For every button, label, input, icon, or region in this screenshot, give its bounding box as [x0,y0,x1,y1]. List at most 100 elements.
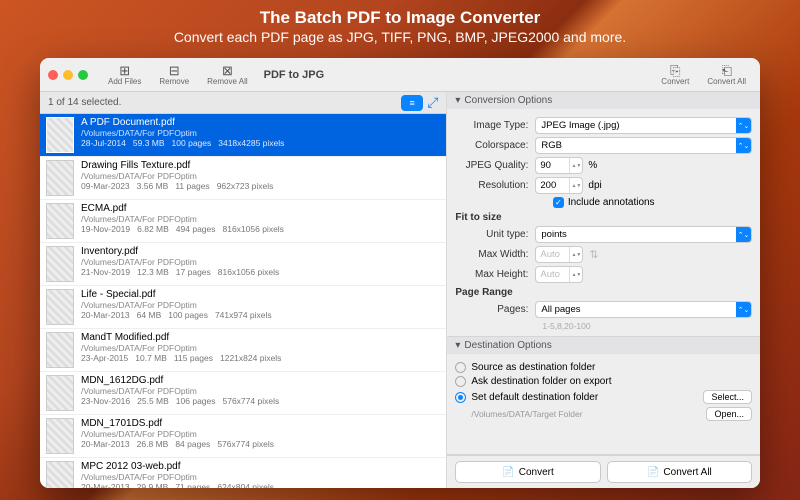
file-row[interactable]: A PDF Document.pdf /Volumes/DATA/For PDF… [40,114,446,157]
file-path: /Volumes/DATA/For PDFOptim [81,214,440,224]
file-info: 20-Mar-201329.9 MB71 pages624x804 pixels [81,482,440,488]
stepper-icon[interactable]: ▲▼ [569,247,582,262]
file-row[interactable]: Drawing Fills Texture.pdf /Volumes/DATA/… [40,157,446,200]
image-type-label: Image Type: [455,120,535,131]
colorspace-label: Colorspace: [455,140,535,151]
minimize-button[interactable] [63,70,73,80]
file-name: A PDF Document.pdf [81,117,440,128]
convert-all-toolbar-button[interactable]: ⎗Convert All [701,63,752,86]
resolution-input[interactable]: 200▲▼ [535,177,583,194]
file-name: MandT Modified.pdf [81,332,440,343]
select-folder-button[interactable]: Select... [703,390,752,404]
convert-all-button[interactable]: 📄Convert All [607,461,752,483]
file-name: MDN_1612DG.pdf [81,375,440,386]
file-row[interactable]: Inventory.pdf /Volumes/DATA/For PDFOptim… [40,243,446,286]
add-files-button[interactable]: ⊞Add Files [102,63,147,86]
file-thumbnail [46,332,74,368]
minus-box-icon: ⊟ [169,63,180,77]
footer: 📄Convert 📄Convert All [447,455,760,488]
conversion-section-header[interactable]: ▾Conversion Options [447,92,760,109]
pages-hint: 1-5,8,20-100 [542,321,752,331]
app-window: ⊞Add Files ⊟Remove ⊠Remove All PDF to JP… [40,58,760,488]
file-path: /Volumes/DATA/For PDFOptim [81,128,440,138]
stepper-icon[interactable]: ▲▼ [569,158,582,173]
file-info: 28-Jul-201459.3 MB100 pages3418x4285 pix… [81,138,440,148]
file-info: 20-Mar-201326.8 MB84 pages576x774 pixels [81,439,440,449]
file-thumbnail [46,246,74,282]
file-name: Life - Special.pdf [81,289,440,300]
file-panel: 1 of 14 selected. ≡ ⤢ A PDF Document.pdf… [40,92,447,488]
max-height-input[interactable]: Auto▲▼ [535,266,583,283]
file-name: MPC 2012 03-web.pdf [81,461,440,472]
file-thumbnail [46,117,74,153]
hero-subtitle: Convert each PDF page as JPG, TIFF, PNG,… [0,29,800,45]
max-width-input[interactable]: Auto▲▼ [535,246,583,263]
expand-button[interactable]: ⤢ [427,94,438,111]
file-name: ECMA.pdf [81,203,440,214]
file-row[interactable]: MDN_1701DS.pdf /Volumes/DATA/For PDFOpti… [40,415,446,458]
plus-box-icon: ⊞ [119,63,130,77]
ask-folder-radio[interactable] [455,376,466,387]
source-folder-radio[interactable] [455,362,466,373]
convert-icon: ⎘ [670,63,680,77]
fit-to-size-heading: Fit to size [455,212,752,223]
file-name: MDN_1701DS.pdf [81,418,440,429]
chevron-updown-icon: ⌃⌄ [736,302,751,317]
stepper-icon[interactable]: ▲▼ [569,267,582,282]
pages-select[interactable]: All pages⌃⌄ [535,301,752,318]
annotations-checkbox[interactable]: ✓ [553,197,564,208]
file-path: /Volumes/DATA/For PDFOptim [81,257,440,267]
file-row[interactable]: MDN_1612DG.pdf /Volumes/DATA/For PDFOpti… [40,372,446,415]
chevron-updown-icon: ⌃⌄ [736,227,751,242]
destination-section-header[interactable]: ▾Destination Options [447,337,760,354]
file-info: 20-Mar-201364 MB100 pages741x974 pixels [81,310,440,320]
file-thumbnail [46,160,74,196]
list-header: 1 of 14 selected. ≡ ⤢ [40,92,446,114]
open-folder-button[interactable]: Open... [706,407,752,421]
file-path: /Volumes/DATA/For PDFOptim [81,343,440,353]
colorspace-select[interactable]: RGB⌃⌄ [535,137,752,154]
file-path: /Volumes/DATA/For PDFOptim [81,171,440,181]
default-folder-radio[interactable] [455,392,466,403]
file-thumbnail [46,203,74,239]
resolution-label: Resolution: [455,180,535,191]
convert-all-icon: ⎗ [721,63,731,77]
file-name: Inventory.pdf [81,246,440,257]
file-thumbnail [46,289,74,325]
max-height-label: Max Height: [455,269,535,280]
destination-path: /Volumes/DATA/Target Folder [471,409,582,419]
file-row[interactable]: Life - Special.pdf /Volumes/DATA/For PDF… [40,286,446,329]
convert-all-icon: 📄 [647,467,659,478]
titlebar: ⊞Add Files ⊟Remove ⊠Remove All PDF to JP… [40,58,760,92]
options-panel: ▾Conversion Options Image Type:JPEG Imag… [447,92,760,488]
unit-type-select[interactable]: points⌃⌄ [535,226,752,243]
file-path: /Volumes/DATA/For PDFOptim [81,429,440,439]
sort-button[interactable]: ≡ [401,95,423,111]
chevron-updown-icon: ⌃⌄ [736,138,751,153]
window-title: PDF to JPG [264,69,325,81]
close-button[interactable] [48,70,58,80]
quality-input[interactable]: 90▲▼ [535,157,583,174]
page-range-heading: Page Range [455,287,752,298]
traffic-lights [48,70,88,80]
stepper-icon[interactable]: ▲▼ [569,178,582,193]
annotations-label: Include annotations [568,197,655,208]
file-row[interactable]: MPC 2012 03-web.pdf /Volumes/DATA/For PD… [40,458,446,488]
chevron-updown-icon: ⌃⌄ [736,118,751,133]
file-row[interactable]: MandT Modified.pdf /Volumes/DATA/For PDF… [40,329,446,372]
file-thumbnail [46,418,74,454]
file-path: /Volumes/DATA/For PDFOptim [81,386,440,396]
zoom-button[interactable] [78,70,88,80]
file-name: Drawing Fills Texture.pdf [81,160,440,171]
image-type-select[interactable]: JPEG Image (.jpg)⌃⌄ [535,117,752,134]
remove-all-button[interactable]: ⊠Remove All [201,63,253,86]
remove-button[interactable]: ⊟Remove [153,63,195,86]
max-width-label: Max Width: [455,249,535,260]
link-icon[interactable]: ⇅ [589,248,598,261]
convert-toolbar-button[interactable]: ⎘Convert [655,63,695,86]
file-row[interactable]: ECMA.pdf /Volumes/DATA/For PDFOptim 19-N… [40,200,446,243]
file-list[interactable]: A PDF Document.pdf /Volumes/DATA/For PDF… [40,114,446,488]
file-path: /Volumes/DATA/For PDFOptim [81,300,440,310]
x-box-icon: ⊠ [222,63,233,77]
convert-button[interactable]: 📄Convert [455,461,600,483]
